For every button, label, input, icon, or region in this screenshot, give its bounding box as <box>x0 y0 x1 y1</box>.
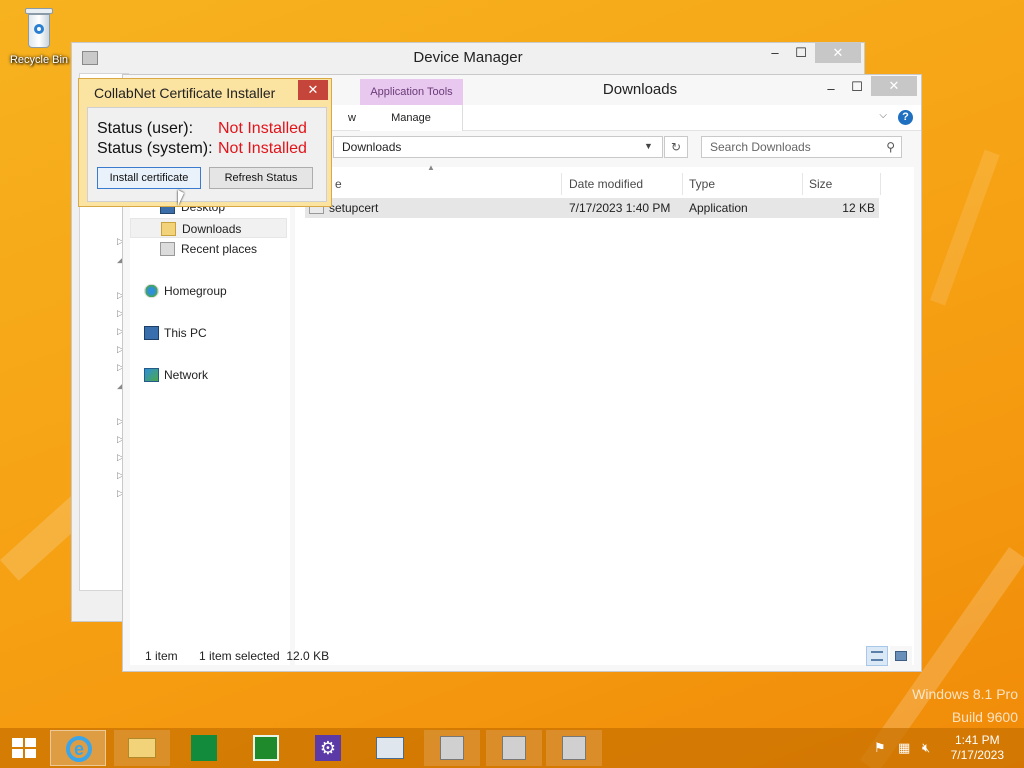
help-icon[interactable]: ? <box>898 110 913 125</box>
volume-muted-icon[interactable]: 🔇︎ <box>922 740 930 756</box>
taskbar-internet-explorer[interactable]: e <box>50 730 106 766</box>
taskbar-store[interactable] <box>176 730 232 766</box>
device-manager-close-button[interactable]: ✕ <box>815 43 861 63</box>
sort-ascending-icon: ▲ <box>427 163 435 172</box>
status-item-count: 1 item <box>145 649 178 663</box>
nav-item-downloads[interactable]: Downloads <box>130 218 287 238</box>
action-center-flag-icon[interactable]: ⚑ <box>874 740 886 756</box>
column-header-name[interactable]: e <box>329 173 562 195</box>
status-selection: 1 item selected 12.0 KB <box>199 649 330 663</box>
file-date: 7/17/2023 1:40 PM <box>569 201 671 215</box>
large-icons-view-icon <box>895 651 907 661</box>
details-view-icon <box>871 651 883 661</box>
refresh-button[interactable]: ↻ <box>664 136 688 158</box>
mouse-pointer-icon <box>178 190 184 206</box>
status-user-label: Status (user): <box>97 120 194 137</box>
gear-icon: ⚙ <box>315 735 341 761</box>
device-manager-icon <box>376 737 404 759</box>
clock-date: 7/17/2023 <box>950 748 1004 762</box>
taskbar-installer-1[interactable] <box>424 730 480 766</box>
taskbar-calculator[interactable] <box>238 730 294 766</box>
os-watermark-edition: Windows 8.1 Pro <box>912 686 1018 702</box>
tab-manage[interactable]: Manage <box>360 105 463 131</box>
device-manager-title: Device Manager <box>413 49 523 66</box>
windows-logo-icon <box>12 738 23 747</box>
dialog-close-button[interactable]: ✕ <box>298 80 328 100</box>
status-system-label: Status (system): <box>97 140 213 157</box>
dialog-body: Status (user): Not Installed Status (sys… <box>87 107 327 202</box>
file-explorer-icon <box>128 738 156 758</box>
recent-places-icon <box>160 242 175 256</box>
recycle-bin-shortcut[interactable]: Recycle Bin <box>6 6 72 66</box>
application-tools-group: Application Tools <box>360 79 463 105</box>
store-icon <box>191 735 217 761</box>
nav-label: Network <box>164 368 209 382</box>
nav-label: Recent places <box>181 242 258 256</box>
recycle-bin-icon <box>22 6 56 50</box>
column-header-type[interactable]: Type <box>683 173 803 195</box>
start-button[interactable] <box>12 738 36 758</box>
status-system-value: Not Installed <box>218 140 307 157</box>
clock-time: 1:41 PM <box>954 733 1000 747</box>
nav-label: This PC <box>164 326 207 340</box>
installer-icon <box>562 736 586 760</box>
computer-icon <box>144 326 159 340</box>
nav-item-this-pc[interactable]: This PC <box>130 323 287 343</box>
status-user-value: Not Installed <box>218 120 307 137</box>
file-type: Application <box>689 201 748 215</box>
os-watermark-build: Build 9600 <box>951 709 1018 725</box>
refresh-status-button[interactable]: Refresh Status <box>209 167 313 189</box>
ribbon-expand-chevron-icon[interactable]: ⌵ <box>879 110 887 121</box>
installer-icon <box>440 736 464 760</box>
search-icon: ⚲ <box>886 140 895 154</box>
address-bar[interactable]: Downloads <box>333 136 663 158</box>
recycle-bin-label: Recycle Bin <box>9 54 69 66</box>
network-tray-icon[interactable]: ▦ <box>898 740 910 756</box>
homegroup-icon <box>144 284 159 298</box>
nav-label: Downloads <box>182 222 242 236</box>
file-list-pane[interactable] <box>295 167 914 665</box>
taskbar-file-explorer[interactable] <box>114 730 170 766</box>
explorer-maximize-button[interactable]: ☐ <box>844 77 870 97</box>
installer-icon <box>502 736 526 760</box>
search-input[interactable]: Search Downloads ⚲ <box>701 136 902 158</box>
column-header-date-modified[interactable]: Date modified <box>563 173 683 195</box>
nav-label: Homegroup <box>164 284 227 298</box>
file-size: 12 KB <box>842 201 875 215</box>
search-placeholder: Search Downloads <box>710 140 811 154</box>
taskbar-installer-3[interactable] <box>546 730 602 766</box>
large-icons-view-button[interactable] <box>890 646 912 666</box>
calculator-icon <box>253 735 279 761</box>
table-row[interactable]: setupcert 7/17/2023 1:40 PM Application … <box>305 198 879 218</box>
navigation-pane[interactable]: Desktop Downloads Recent places Homegrou… <box>130 167 290 665</box>
downloads-folder-icon <box>161 222 176 236</box>
explorer-minimize-button[interactable]: – <box>818 79 844 99</box>
address-dropdown-icon[interactable]: ▼ <box>644 141 653 151</box>
device-manager-maximize-button[interactable]: ☐ <box>788 43 814 63</box>
network-icon <box>144 368 159 382</box>
file-name: setupcert <box>329 201 379 215</box>
details-view-button[interactable] <box>866 646 888 666</box>
column-header-size[interactable]: Size <box>803 173 881 195</box>
nav-item-recent-places[interactable]: Recent places <box>130 239 287 259</box>
taskbar-installer-2[interactable] <box>486 730 542 766</box>
internet-explorer-icon: e <box>66 736 92 762</box>
nav-item-network[interactable]: Network <box>130 365 287 385</box>
explorer-close-button[interactable]: ✕ <box>871 76 917 96</box>
system-clock[interactable]: 1:41 PM 7/17/2023 <box>951 733 1004 763</box>
dialog-title: CollabNet Certificate Installer <box>94 85 276 101</box>
install-certificate-button[interactable]: Install certificate <box>97 167 201 189</box>
nav-item-homegroup[interactable]: Homegroup <box>130 281 287 301</box>
taskbar: e ⚙ ⚑ ▦ 🔇︎ 1:41 PM 7/17/2023 <box>0 728 1024 768</box>
collabnet-installer-dialog[interactable]: CollabNet Certificate Installer ✕ Status… <box>78 78 332 207</box>
device-manager-minimize-button[interactable]: – <box>762 43 788 63</box>
taskbar-settings[interactable]: ⚙ <box>300 730 356 766</box>
refresh-icon: ↻ <box>670 140 682 154</box>
taskbar-device-manager[interactable] <box>362 730 418 766</box>
wallpaper-stripe <box>930 149 1000 306</box>
